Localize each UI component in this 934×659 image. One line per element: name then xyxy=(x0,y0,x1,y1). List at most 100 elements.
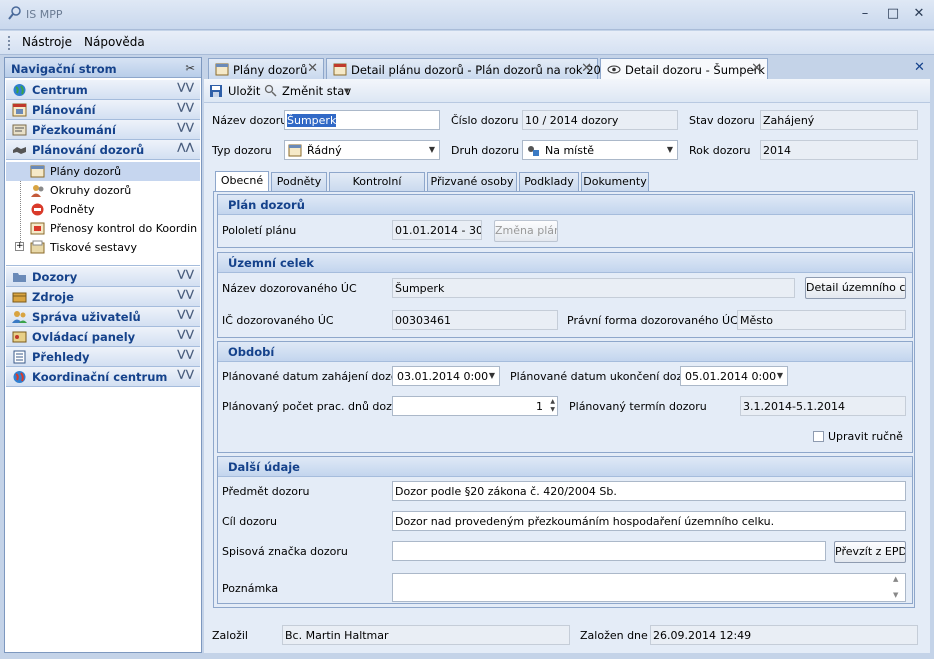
typ-value: Řádný xyxy=(307,144,342,157)
ukonceni-datepicker[interactable]: 05.01.2014 0:00 ▼ xyxy=(680,366,788,386)
box-icon xyxy=(12,292,27,303)
close-tab-icon[interactable]: ✕ xyxy=(307,61,318,76)
plan-icon xyxy=(215,63,229,76)
pocet-label: Plánovaný počet prac. dnů dozoru xyxy=(222,400,411,413)
nav-section-planovani-dozoru[interactable]: Plánování dozorů ⋀⋀ xyxy=(6,140,200,160)
rok-label: Rok dozoru xyxy=(689,144,751,157)
close-tab-icon[interactable]: ✕ xyxy=(751,61,762,76)
uc-nazev-field: Šumperk xyxy=(392,278,795,298)
tab-detail-planu[interactable]: Detail plánu dozorů - Plán dozorů na rok… xyxy=(326,58,615,79)
menu-bar: Nástroje Nápověda xyxy=(0,31,934,55)
typ-select[interactable]: Řádný ▼ xyxy=(284,140,440,160)
menu-nastroje[interactable]: Nástroje xyxy=(22,35,72,49)
predmet-input[interactable]: Dozor podle §20 zákona č. 420/2004 Sb. xyxy=(392,481,906,501)
subtab-dokumenty[interactable]: Dokumenty xyxy=(581,172,649,192)
nav-section-koordinacni-centrum[interactable]: Koordinační centrum ⋁⋁ xyxy=(6,367,200,387)
druh-value: Na místě xyxy=(545,144,595,157)
zalozil-field: Bc. Martin Haltmar xyxy=(282,625,570,645)
nazev-input[interactable]: Šumperk xyxy=(284,110,440,130)
nav-section-planovani[interactable]: Plánování ⋁⋁ xyxy=(6,100,200,120)
pin-icon[interactable]: ✂ xyxy=(185,61,195,75)
nav-section-centrum[interactable]: Centrum ⋁⋁ xyxy=(6,80,200,100)
tree-item-okruhy-dozoru[interactable]: Okruhy dozorů xyxy=(6,181,200,200)
spin-down-icon[interactable]: ▼ xyxy=(547,406,555,413)
tab-detail-dozoru[interactable]: Detail dozoru - Šumperk ✕ xyxy=(600,58,768,80)
maximize-button[interactable]: □ xyxy=(884,6,902,22)
chevron-down-icon: ⋁⋁ xyxy=(177,102,194,113)
nav-section-dozory[interactable]: Dozory ⋁⋁ xyxy=(6,267,200,287)
navigation-header: Navigační strom ✂ xyxy=(5,58,201,78)
zmena-planu-button[interactable]: Změna plánu xyxy=(494,220,558,242)
calendar-icon xyxy=(288,144,302,157)
scroll-up-icon[interactable]: ▲ xyxy=(893,575,898,583)
minimize-button[interactable]: – xyxy=(856,6,874,22)
chevron-down-icon: ⋁⋁ xyxy=(177,82,194,93)
subtab-podklady[interactable]: Podklady xyxy=(519,172,579,192)
dropdown-arrow-icon[interactable]: ▼ xyxy=(344,87,349,95)
tree-item-podnety[interactable]: Podněty xyxy=(6,200,200,219)
save-button[interactable]: Uložit xyxy=(228,84,260,98)
handshake-icon xyxy=(13,147,26,154)
nav-section-zdroje[interactable]: Zdroje ⋁⋁ xyxy=(6,287,200,307)
termin-label: Plánovaný termín dozoru xyxy=(569,400,707,413)
tree-spacer xyxy=(6,259,200,266)
ukonceni-value: 05.01.2014 0:00 xyxy=(685,370,777,383)
close-tab-icon[interactable]: ✕ xyxy=(581,61,592,76)
ukonceni-label: Plánované datum ukončení dozoru xyxy=(510,370,701,383)
predmet-label: Předmět dozoru xyxy=(222,485,310,498)
subtab-prizvane-osoby[interactable]: Přizvané osoby xyxy=(427,172,517,192)
zahajeni-value: 03.01.2014 0:00 xyxy=(397,370,489,383)
pololeti-label: Pololetí plánu xyxy=(222,224,297,237)
upravit-checkbox[interactable] xyxy=(813,431,824,442)
chevron-down-icon: ⋁⋁ xyxy=(177,349,194,360)
chevron-down-icon: ⋁⋁ xyxy=(177,329,194,340)
subtab-kontrolni-skupina[interactable]: Kontrolní skupina xyxy=(329,172,425,206)
cil-input[interactable]: Dozor nad provedeným přezkoumáním hospod… xyxy=(392,511,906,531)
tree-item-prenosy[interactable]: Přenosy kontrol do Koordin... xyxy=(6,219,200,238)
nav-section-ovladaci-panely[interactable]: Ovládací panely ⋁⋁ xyxy=(6,327,200,347)
prevzit-epd-button[interactable]: Převzít z EPD xyxy=(834,541,906,563)
tree-item-plany-dozoru[interactable]: Plány dozorů xyxy=(6,162,200,181)
group-title: Další údaje xyxy=(228,460,300,474)
calendar-icon xyxy=(12,103,27,117)
globe-icon xyxy=(13,371,26,383)
document-tab-strip: Plány dozorů ✕ Detail plánu dozorů - Plá… xyxy=(204,57,930,80)
spin-up-icon[interactable]: ▲ xyxy=(547,398,555,405)
tab-plany-dozoru[interactable]: Plány dozorů ✕ xyxy=(208,58,324,79)
poznamka-textarea[interactable] xyxy=(392,573,906,602)
navigation-panel: Navigační strom ✂ Centrum ⋁⋁ Plánování ⋁… xyxy=(4,57,202,653)
panel-icon xyxy=(12,331,27,343)
chevron-down-icon: ▼ xyxy=(488,371,495,380)
menu-napoveda[interactable]: Nápověda xyxy=(84,35,145,49)
eye-icon xyxy=(607,65,621,74)
pocet-stepper[interactable]: 1 ▲ ▼ xyxy=(392,396,558,416)
expand-icon[interactable]: + xyxy=(15,242,24,251)
save-icon[interactable] xyxy=(209,84,223,98)
subtab-obecne[interactable]: Obecné xyxy=(215,171,269,192)
group-header: Období xyxy=(218,342,912,362)
cil-label: Cíl dozoru xyxy=(222,515,277,528)
zahajeni-datepicker[interactable]: 03.01.2014 0:00 ▼ xyxy=(392,366,500,386)
group-title: Územní celek xyxy=(228,256,314,270)
druh-select[interactable]: Na místě ▼ xyxy=(522,140,678,160)
spis-input[interactable] xyxy=(392,541,826,561)
detail-uc-button[interactable]: Detail územního celku xyxy=(805,277,906,299)
nav-section-prezkoumani[interactable]: Přezkoumání ⋁⋁ xyxy=(6,120,200,140)
spis-label: Spisová značka dozoru xyxy=(222,545,348,558)
toolbar-grip-icon xyxy=(8,36,11,50)
typ-label: Typ dozoru xyxy=(212,144,272,157)
close-all-icon[interactable]: ✕ xyxy=(914,60,925,75)
search-icon xyxy=(264,84,277,97)
nav-section-prehledy[interactable]: Přehledy ⋁⋁ xyxy=(6,347,200,367)
subtab-podnety[interactable]: Podněty xyxy=(271,172,327,192)
group-header: Další údaje xyxy=(218,457,912,477)
group-title: Plán dozorů xyxy=(228,198,305,212)
nav-section-sprava-uzivatelu[interactable]: Správa uživatelů ⋁⋁ xyxy=(6,307,200,327)
chevron-down-icon: ⋁⋁ xyxy=(177,369,194,380)
change-state-button[interactable]: Změnit stav xyxy=(282,84,351,98)
close-window-button[interactable]: ✕ xyxy=(910,6,928,22)
list-icon xyxy=(13,350,26,364)
tree-item-tiskove-sestavy[interactable]: + Tiskové sestavy xyxy=(6,238,200,257)
print-icon xyxy=(30,240,45,254)
scroll-down-icon[interactable]: ▼ xyxy=(893,591,898,599)
